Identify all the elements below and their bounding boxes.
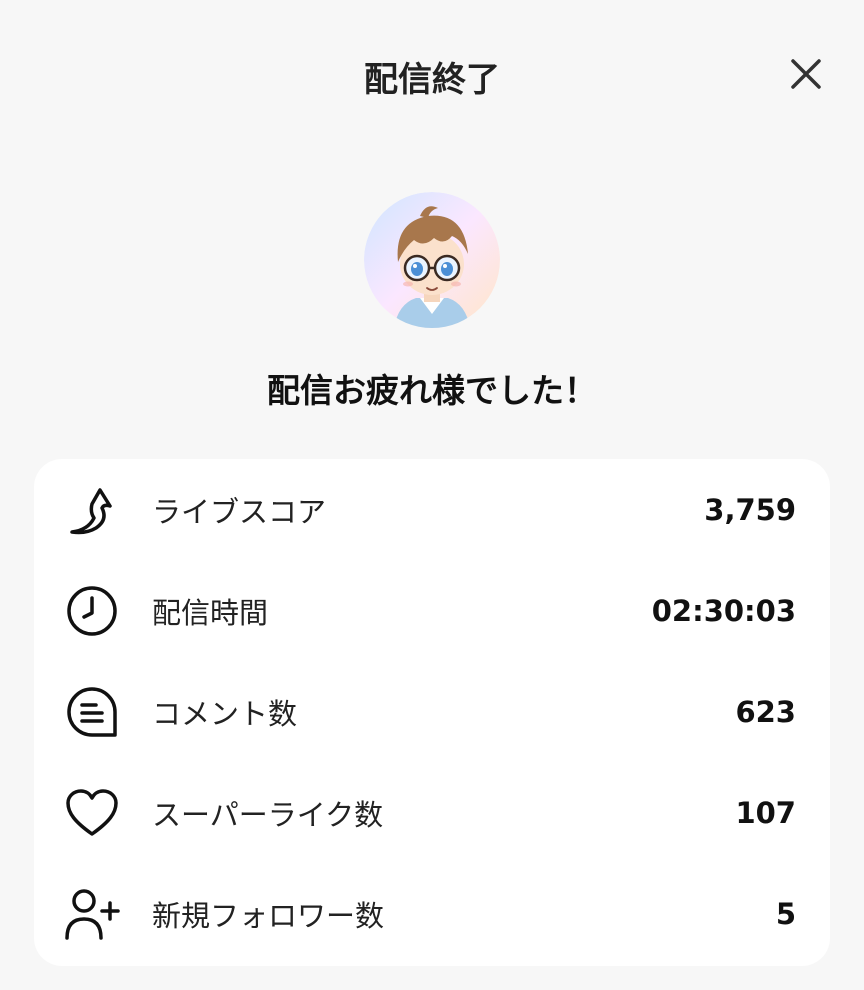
comment-icon [64, 684, 120, 740]
stat-row-super-likes: スーパーライク数 107 [34, 762, 830, 863]
stat-label: 新規フォロワー数 [152, 898, 385, 933]
stat-row-duration: 配信時間 02:30:03 [34, 560, 830, 661]
stats-card: ライブスコア 3,759 配信時間 02:30:03 コメント数 623 スーパ… [34, 459, 830, 966]
stat-label: コメント数 [152, 696, 298, 731]
stat-label: ライブスコア [152, 494, 327, 529]
clock-icon [64, 583, 120, 639]
stat-row-new-followers: 新規フォロワー数 5 [34, 863, 830, 964]
stat-value: 5 [775, 896, 796, 931]
stat-value: 3,759 [704, 492, 796, 527]
stat-value: 02:30:03 [651, 593, 796, 628]
page-title: 配信終了 [364, 60, 500, 100]
stat-row-live-score: ライブスコア 3,759 [34, 459, 830, 560]
close-icon [791, 59, 821, 89]
avatar [364, 192, 500, 328]
add-user-icon [64, 886, 120, 942]
stat-label: 配信時間 [152, 595, 269, 630]
completion-message: 配信お疲れ様でした！ [267, 371, 597, 410]
stat-value: 623 [735, 694, 796, 729]
stat-value: 107 [735, 795, 796, 830]
stat-label: スーパーライク数 [152, 797, 384, 832]
stream-end-screen: 配信終了 配信お疲れ様でした！ ライブスコア 3,759 配信時間 02:30:… [0, 0, 864, 990]
heart-icon [64, 785, 120, 841]
close-button[interactable] [786, 54, 826, 94]
stat-row-comments: コメント数 623 [34, 661, 830, 762]
live-score-icon [64, 482, 120, 538]
